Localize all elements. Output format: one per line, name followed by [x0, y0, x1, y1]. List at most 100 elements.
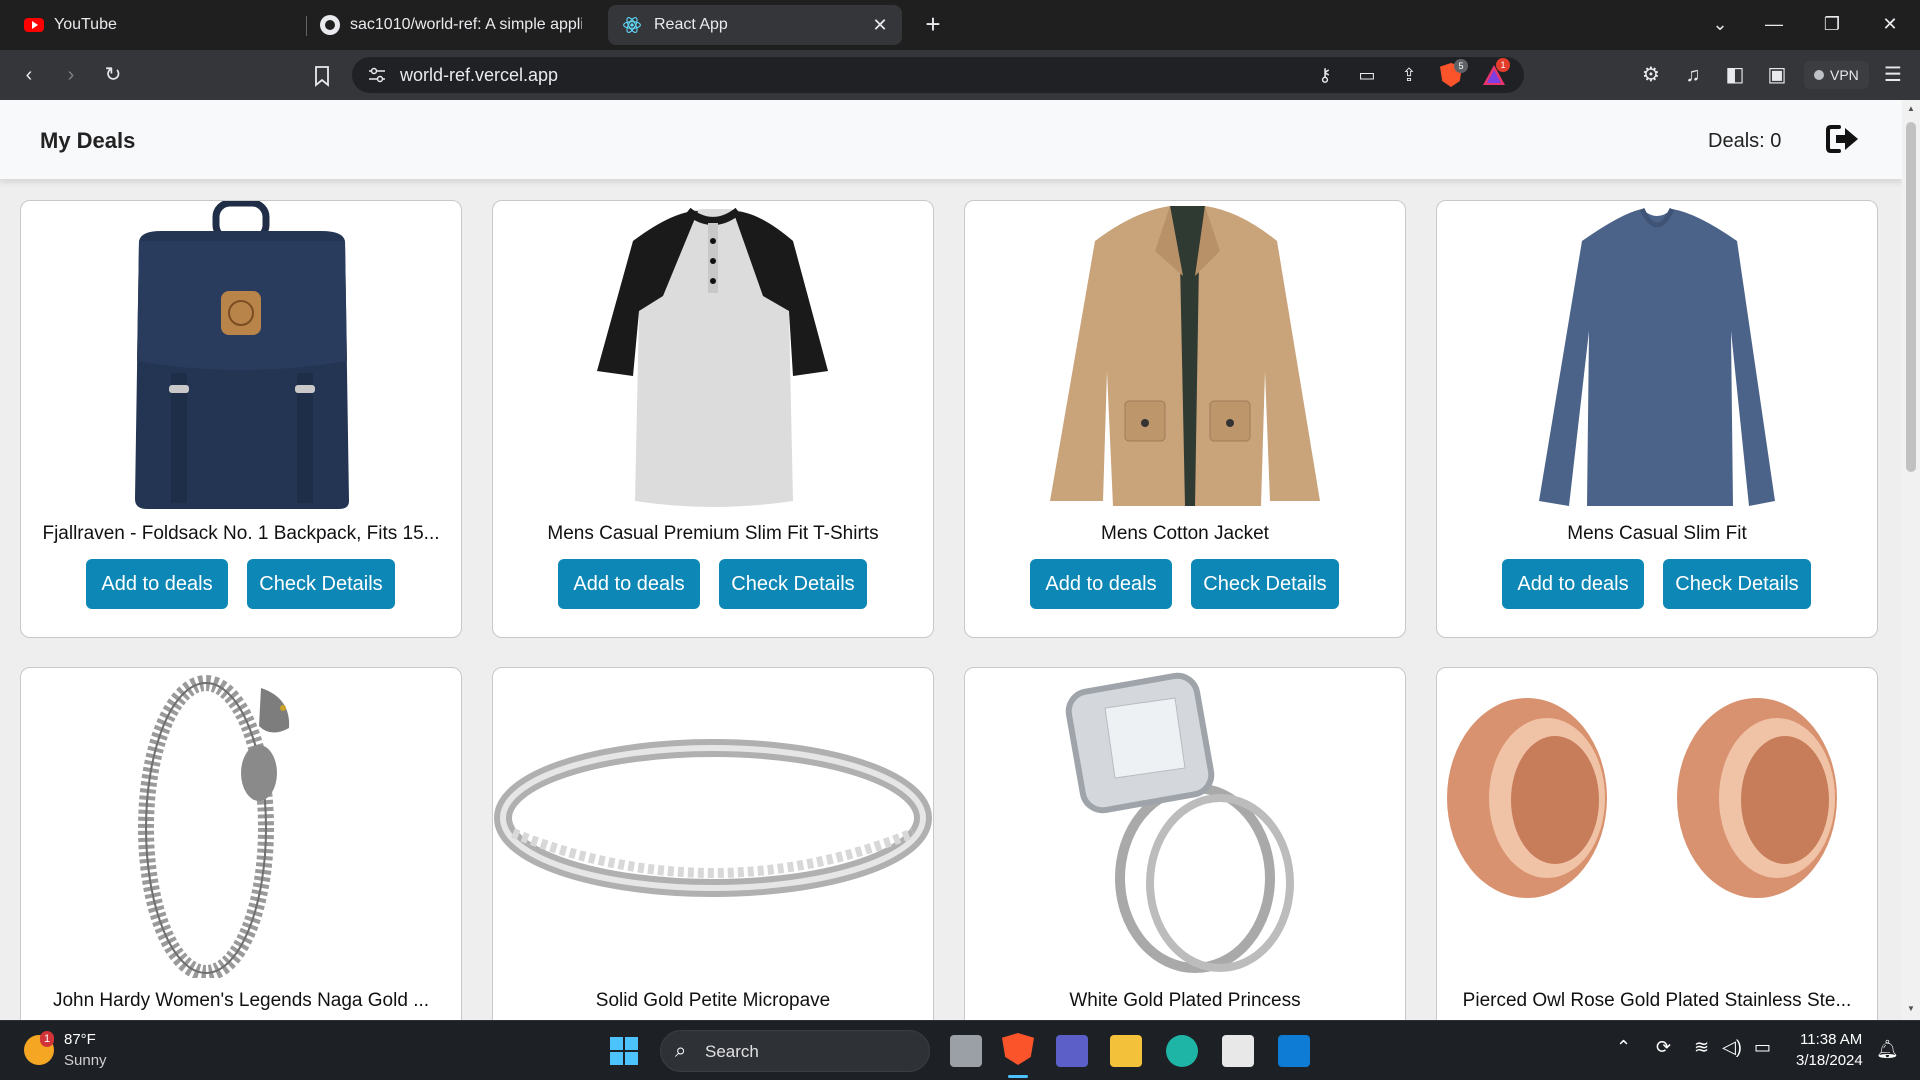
brave-rewards-button[interactable]: 1 — [1482, 58, 1510, 91]
teams-icon[interactable] — [1056, 1035, 1088, 1067]
vpn-status-icon — [1814, 70, 1824, 80]
logout-icon[interactable] — [1826, 124, 1860, 154]
site-settings-icon[interactable] — [368, 67, 386, 83]
product-title[interactable]: John Hardy Women's Legends Naga Gold ... — [31, 990, 451, 1012]
product-image-diamond-ring — [1065, 672, 1294, 973]
product-title[interactable]: Pierced Owl Rose Gold Plated Stainless S… — [1447, 990, 1867, 1012]
product-image-longsleeve — [1539, 207, 1775, 506]
wallet-icon[interactable]: ▣ — [1762, 60, 1792, 90]
tray-chevron-icon[interactable]: ⌃ — [1616, 1037, 1631, 1058]
task-view-icon[interactable] — [950, 1035, 982, 1067]
address-bar[interactable]: world-ref.vercel.app ⚷ ▭ ⇪ 5 1 — [352, 57, 1524, 93]
file-explorer-icon[interactable] — [1110, 1035, 1142, 1067]
product-title[interactable]: White Gold Plated Princess — [975, 990, 1395, 1012]
tab-title: React App — [654, 16, 728, 33]
check-details-button[interactable]: Check Details — [247, 559, 395, 609]
product-image-jacket — [1050, 206, 1320, 506]
wifi-icon[interactable]: ≋ — [1694, 1037, 1709, 1058]
search-label: Search — [705, 1042, 759, 1061]
weather-temp[interactable]: 87°F — [64, 1031, 96, 1048]
sync-icon[interactable]: ⟳ — [1656, 1037, 1671, 1058]
browser-toolbar: ‹ › ↻ world-ref.vercel.app ⚷ ▭ ⇪ 5 1 ⚙ ♫… — [0, 50, 1920, 100]
vpn-label: VPN — [1830, 67, 1859, 83]
product-image-bracelet — [138, 675, 290, 978]
check-details-button[interactable]: Check Details — [719, 559, 867, 609]
menu-icon[interactable]: ☰ — [1878, 60, 1908, 90]
reload-icon[interactable]: ↻ — [98, 60, 128, 90]
taskbar-search[interactable]: ⌕ Search — [660, 1030, 930, 1072]
product-title[interactable]: Mens Casual Slim Fit — [1447, 523, 1867, 545]
notification-bell-icon[interactable]: 🔔︎ — [1876, 1039, 1899, 1060]
clock-date[interactable]: 3/18/2024 — [1796, 1052, 1863, 1069]
product-title[interactable]: Fjallraven - Foldsack No. 1 Backpack, Fi… — [31, 523, 451, 545]
volume-icon[interactable]: ◁) — [1722, 1037, 1742, 1058]
weather-desc: Sunny — [64, 1052, 107, 1069]
bookmark-icon[interactable] — [312, 65, 332, 87]
product-title[interactable]: Mens Casual Premium Slim Fit T-Shirts — [503, 523, 923, 545]
new-tab-button[interactable]: + — [918, 10, 948, 40]
page-viewport: My Deals Deals: 0 Fjallraven - Foldsack … — [0, 100, 1902, 1020]
cast-icon[interactable]: ▭ — [1352, 60, 1382, 90]
react-icon — [623, 17, 641, 33]
share-icon[interactable]: ⇪ — [1394, 60, 1424, 90]
add-to-deals-button[interactable]: Add to deals — [1502, 559, 1644, 609]
check-details-button[interactable]: Check Details — [1663, 559, 1811, 609]
page-scrollbar[interactable]: ▲ ▼ — [1902, 100, 1920, 1020]
add-to-deals-button[interactable]: Add to deals — [558, 559, 700, 609]
product-card: Fjallraven - Foldsack No. 1 Backpack, Fi… — [20, 200, 462, 638]
forward-icon[interactable]: › — [56, 60, 86, 90]
add-to-deals-button[interactable]: Add to deals — [86, 559, 228, 609]
add-to-deals-button[interactable]: Add to deals — [1030, 559, 1172, 609]
windows-taskbar: 1 87°F Sunny ⌕ Search ⌃ ⟳ ≋ ◁) ▭ 11:38 A… — [0, 1020, 1920, 1080]
battery-icon[interactable]: ▭ — [1754, 1037, 1771, 1058]
url-text: world-ref.vercel.app — [400, 65, 559, 85]
extensions-icon[interactable]: ⚙ — [1636, 60, 1666, 90]
search-icon: ⌕ — [675, 1040, 687, 1062]
product-card: Solid Gold Petite Micropave — [492, 667, 934, 1020]
restore-icon[interactable]: ❐ — [1810, 6, 1854, 42]
product-title[interactable]: Mens Cotton Jacket — [975, 523, 1395, 545]
tab-strip: YouTube sac1010/world-ref: A simple appl… — [0, 0, 1920, 50]
youtube-icon — [24, 18, 44, 32]
tab-title: sac1010/world-ref: A simple applicat — [350, 16, 582, 33]
close-tab-icon[interactable]: ✕ — [870, 15, 890, 35]
sidebar-icon[interactable]: ◧ — [1720, 60, 1750, 90]
github-icon — [320, 15, 340, 35]
tab-search-chevron-icon[interactable]: ⌄ — [1698, 6, 1742, 42]
tab-react-app[interactable]: React App ✕ — [608, 5, 902, 45]
product-card: Pierced Owl Rose Gold Plated Stainless S… — [1436, 667, 1878, 1020]
product-card: Mens Casual Slim Fit Add to deals Check … — [1436, 200, 1878, 638]
product-title[interactable]: Solid Gold Petite Micropave — [503, 990, 923, 1012]
tab-github[interactable]: sac1010/world-ref: A simple applicat — [306, 5, 596, 45]
media-icon[interactable]: ♫ — [1678, 60, 1708, 90]
deals-counter: Deals: 0 — [1708, 130, 1782, 152]
brand-title[interactable]: My Deals — [40, 128, 135, 154]
rewards-count-badge: 1 — [1496, 58, 1510, 72]
product-image-ring-band — [494, 739, 932, 897]
product-card: White Gold Plated Princess — [964, 667, 1406, 1020]
close-window-icon[interactable]: ✕ — [1868, 6, 1912, 42]
key-icon[interactable]: ⚷ — [1310, 60, 1340, 90]
product-card: Mens Casual Premium Slim Fit T-Shirts Ad… — [492, 200, 934, 638]
product-image-raglan-tshirt — [597, 207, 828, 507]
vscode-icon[interactable] — [1278, 1035, 1310, 1067]
minimize-icon[interactable]: — — [1752, 6, 1796, 42]
weather-badge: 1 — [40, 1031, 54, 1047]
store-icon[interactable] — [1222, 1035, 1254, 1067]
tab-youtube[interactable]: YouTube — [10, 5, 300, 45]
active-app-indicator — [1008, 1075, 1028, 1078]
product-image-plugs — [1447, 698, 1837, 898]
brave-taskbar-icon[interactable] — [1002, 1033, 1034, 1065]
clock-time[interactable]: 11:38 AM — [1800, 1031, 1862, 1048]
scroll-down-arrow-icon[interactable]: ▼ — [1906, 1004, 1916, 1013]
vpn-button[interactable]: VPN — [1804, 61, 1869, 89]
check-details-button[interactable]: Check Details — [1191, 559, 1339, 609]
scroll-thumb[interactable] — [1906, 122, 1916, 472]
product-card: John Hardy Women's Legends Naga Gold ... — [20, 667, 462, 1020]
back-icon[interactable]: ‹ — [14, 60, 44, 90]
windows-start-icon[interactable] — [610, 1037, 638, 1065]
product-card: Mens Cotton Jacket Add to deals Check De… — [964, 200, 1406, 638]
edge-icon[interactable] — [1166, 1035, 1198, 1067]
product-image-backpack — [135, 201, 349, 509]
scroll-up-arrow-icon[interactable]: ▲ — [1906, 104, 1916, 113]
